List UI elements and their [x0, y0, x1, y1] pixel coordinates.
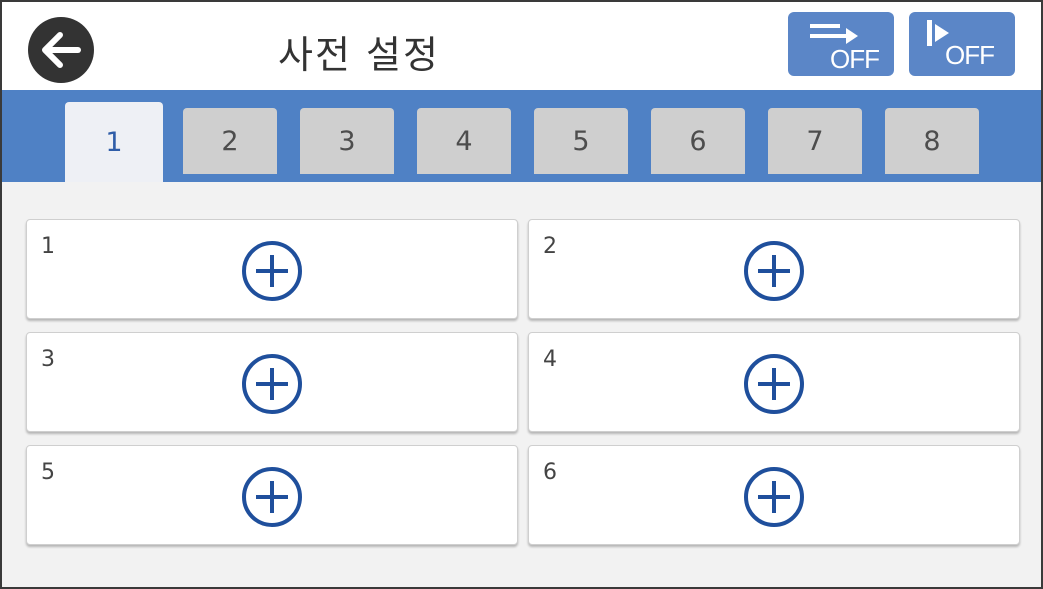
play-off-label: OFF — [945, 40, 995, 70]
slot-number: 5 — [41, 460, 55, 485]
preset-slot-5[interactable]: 5 — [26, 445, 518, 545]
back-button[interactable] — [28, 17, 94, 83]
plus-circle-icon — [744, 467, 804, 527]
plus-circle-icon — [744, 354, 804, 414]
slot-number: 1 — [41, 234, 55, 259]
tab-bar: 1 2 3 4 5 6 7 8 — [2, 90, 1041, 182]
preset-slot-4[interactable]: 4 — [528, 332, 1020, 432]
preset-slot-1[interactable]: 1 — [26, 219, 518, 319]
slot-number: 3 — [41, 347, 55, 372]
tab-4[interactable]: 4 — [417, 108, 511, 174]
preset-grid: 1 2 3 4 5 6 — [2, 182, 1041, 587]
screen-frame: 사전 설정 OFF OFF 1 2 3 4 5 6 7 8 1 2 3 4 5 … — [0, 0, 1043, 589]
feed-off-button[interactable]: OFF — [788, 12, 894, 76]
feed-off-label: OFF — [830, 44, 880, 74]
tab-7[interactable]: 7 — [768, 108, 862, 174]
tab-1[interactable]: 1 — [65, 102, 163, 182]
tab-3[interactable]: 3 — [300, 108, 394, 174]
preset-slot-6[interactable]: 6 — [528, 445, 1020, 545]
header-bar: 사전 설정 OFF OFF — [2, 2, 1041, 90]
tab-5[interactable]: 5 — [534, 108, 628, 174]
arrow-left-icon — [42, 32, 81, 68]
slot-number: 6 — [543, 460, 557, 485]
play-off-button[interactable]: OFF — [909, 12, 1015, 76]
plus-circle-icon — [242, 241, 302, 301]
slot-number: 4 — [543, 347, 557, 372]
plus-circle-icon — [242, 467, 302, 527]
preset-slot-3[interactable]: 3 — [26, 332, 518, 432]
plus-circle-icon — [744, 241, 804, 301]
slot-number: 2 — [543, 234, 557, 259]
tab-2[interactable]: 2 — [183, 108, 277, 174]
tab-6[interactable]: 6 — [651, 108, 745, 174]
tab-8[interactable]: 8 — [885, 108, 979, 174]
plus-circle-icon — [242, 354, 302, 414]
preset-slot-2[interactable]: 2 — [528, 219, 1020, 319]
page-title: 사전 설정 — [278, 33, 440, 77]
